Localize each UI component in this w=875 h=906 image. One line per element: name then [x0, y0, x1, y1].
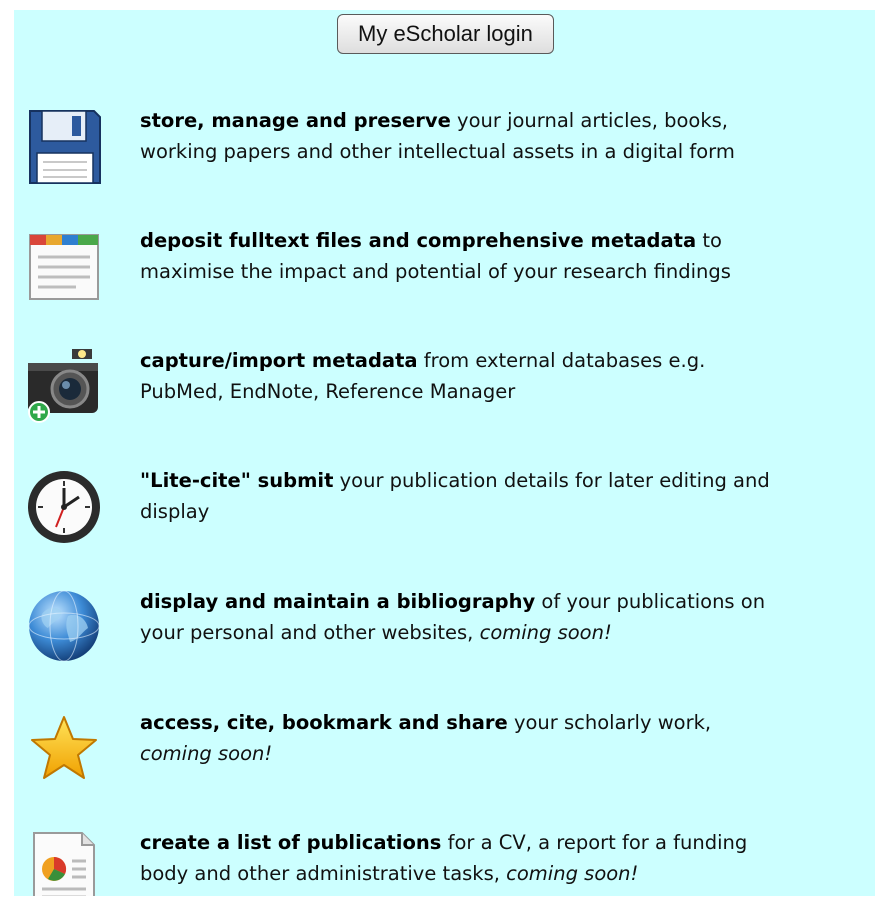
feature-store-text: store, manage and preserve your journal …	[140, 105, 875, 167]
feature-bibliography: display and maintain a bibliography of y…	[14, 586, 875, 686]
feature-deposit-title: deposit fulltext files and comprehensive…	[140, 229, 697, 252]
report-document-icon	[33, 832, 95, 896]
feature-publications-list: create a list of publications for a CV, …	[14, 827, 875, 896]
feature-store: store, manage and preserve your journal …	[14, 105, 875, 205]
feature-bibliography-text: display and maintain a bibliography of y…	[140, 586, 875, 648]
feature-lite-cite-line2: display	[140, 500, 210, 523]
feature-publications-list-text: create a list of publications for a CV, …	[140, 827, 875, 889]
star-icon	[31, 716, 97, 779]
feature-deposit-text: deposit fulltext files and comprehensive…	[140, 225, 875, 287]
feature-deposit: deposit fulltext files and comprehensive…	[14, 225, 875, 325]
feature-lite-cite-title: "Lite-cite" submit	[140, 469, 334, 492]
escholar-login-button[interactable]: My eScholar login	[337, 14, 554, 54]
feature-publications-list-coming-soon: coming soon!	[506, 862, 639, 885]
feature-lite-cite: "Lite-cite" submit your publication deta…	[14, 465, 875, 565]
feature-access-coming-soon: coming soon!	[140, 742, 273, 765]
clock-icon	[28, 471, 100, 543]
feature-lite-cite-line1: your publication details for later editi…	[333, 469, 770, 492]
feature-access: access, cite, bookmark and share your sc…	[14, 707, 875, 807]
camera-add-icon	[28, 349, 98, 423]
feature-deposit-line2: maximise the impact and potential of you…	[140, 260, 731, 283]
globe-icon	[28, 590, 100, 662]
feature-publications-list-title: create a list of publications	[140, 831, 442, 854]
feature-bibliography-coming-soon: coming soon!	[479, 621, 612, 644]
feature-access-text: access, cite, bookmark and share your sc…	[140, 707, 875, 769]
feature-store-line2: working papers and other intellectual as…	[140, 140, 735, 163]
feature-lite-cite-text: "Lite-cite" submit your publication deta…	[140, 465, 875, 527]
browser-window-icon	[29, 234, 99, 300]
escholar-panel: My eScholar login store, manage and pres…	[14, 10, 875, 896]
login-area: My eScholar login	[337, 14, 554, 54]
feature-bibliography-line2: your personal and other websites,	[140, 621, 480, 644]
feature-deposit-line1: to	[696, 229, 722, 252]
feature-store-line1: your journal articles, books,	[450, 109, 729, 132]
feature-capture-line1: from external databases e.g.	[417, 349, 706, 372]
feature-access-line1: your scholarly work,	[507, 711, 712, 734]
feature-capture: capture/import metadata from external da…	[14, 345, 875, 445]
feature-bibliography-line1: of your publications on	[535, 590, 766, 613]
feature-capture-title: capture/import metadata	[140, 349, 418, 372]
feature-capture-line2: PubMed, EndNote, Reference Manager	[140, 380, 516, 403]
feature-access-title: access, cite, bookmark and share	[140, 711, 508, 734]
feature-bibliography-title: display and maintain a bibliography	[140, 590, 536, 613]
feature-publications-list-line2: body and other administrative tasks,	[140, 862, 507, 885]
feature-capture-text: capture/import metadata from external da…	[140, 345, 875, 407]
feature-publications-list-line1: for a CV, a report for a funding	[441, 831, 748, 854]
feature-store-title: store, manage and preserve	[140, 109, 451, 132]
floppy-disk-icon	[29, 110, 101, 184]
